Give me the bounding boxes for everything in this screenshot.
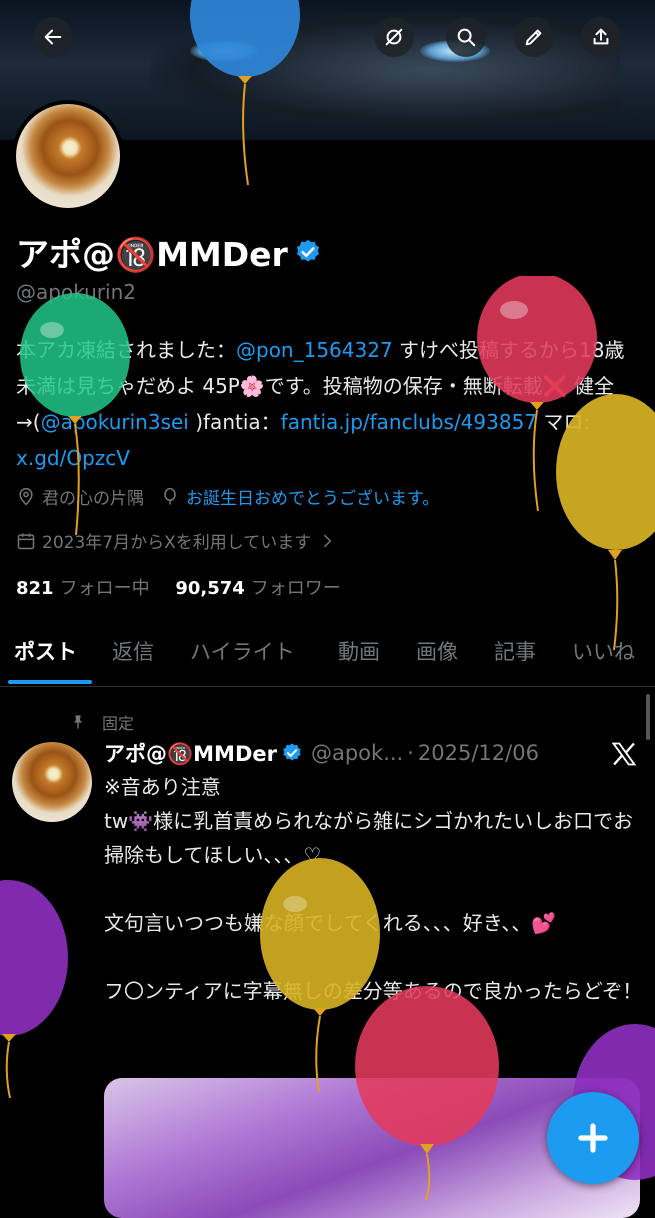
location-icon	[19, 487, 33, 506]
profile-meta-row: 君の心の片隅 お誕生日おめでとうございます。	[16, 484, 439, 509]
profile-location: 君の心の片隅	[42, 489, 144, 509]
pinned-label: 固定	[102, 714, 135, 733]
following-label: フォロー中	[59, 578, 150, 599]
tab-videos[interactable]: 動画	[338, 636, 380, 666]
edit-button[interactable]	[514, 17, 554, 57]
profile-joined: 2023年7月からXを利用しています	[42, 533, 312, 553]
tab-images[interactable]: 画像	[416, 636, 458, 666]
post-avatar[interactable]	[12, 742, 92, 822]
search-icon	[457, 28, 476, 47]
arrow-left-icon	[44, 29, 62, 45]
post-author-name[interactable]: アポ@🔞MMDer	[104, 738, 277, 768]
profile-avatar[interactable]	[12, 100, 124, 212]
post-text: ※音あり注意 tw👾様に乳首責められながら雑にシゴかれたいしお口でお掃除もしてほ…	[104, 775, 643, 1003]
bio-url-link[interactable]: x.gd/OpzcV	[16, 446, 130, 470]
post-separator: ·	[407, 741, 414, 765]
followers-label: フォロワー	[250, 578, 341, 599]
pin-icon	[74, 715, 82, 729]
profile-name-row: アポ@🔞MMDer	[16, 228, 322, 276]
share-icon	[593, 28, 609, 45]
x-logo-icon	[611, 742, 637, 766]
search-button[interactable]	[446, 17, 486, 57]
bio-mention-link[interactable]: @pon_1564327	[236, 338, 393, 362]
tab-articles[interactable]: 記事	[494, 636, 536, 666]
rotate-off-icon	[385, 28, 403, 46]
follow-stats: 821 フォロー中 90,574 フォロワー	[16, 574, 341, 600]
avatar-image	[16, 104, 120, 208]
tab-replies[interactable]: 返信	[112, 636, 154, 666]
share-button[interactable]	[581, 17, 621, 57]
following-count: 821	[16, 578, 54, 599]
bio-text: 本アカ凍結されました：	[16, 338, 236, 362]
active-tab-indicator	[8, 680, 92, 684]
profile-joined-row[interactable]: 2023年7月からXを利用しています	[16, 528, 343, 553]
bio-text: )fantia：	[188, 410, 281, 434]
following-link[interactable]: 821 フォロー中	[16, 578, 150, 599]
post-date[interactable]: 2025/12/06	[418, 741, 539, 765]
back-button[interactable]	[33, 17, 73, 57]
balloon-purple-decoration	[0, 880, 68, 1099]
bio-text: マロ:	[537, 410, 591, 434]
scrollbar[interactable]	[646, 694, 650, 740]
rotate-button[interactable]	[374, 17, 414, 57]
profile-tabs: ポスト 返信 ハイライト 動画 画像 記事 いいね	[0, 628, 655, 687]
pencil-icon	[525, 29, 542, 46]
tab-likes[interactable]: いいね	[572, 636, 635, 666]
profile-handle: @apokurin2	[16, 280, 137, 304]
post-author-handle: @apok...	[310, 741, 404, 765]
tab-highlights[interactable]: ハイライト	[190, 636, 295, 666]
followers-link[interactable]: 90,574 フォロワー	[175, 578, 340, 599]
chevron-right-icon	[324, 534, 332, 547]
bio-url-link[interactable]: fantia.jp/fanclubs/493857	[281, 410, 537, 434]
compose-button[interactable]	[547, 1092, 639, 1184]
verified-badge-icon[interactable]	[294, 238, 322, 266]
bio-mention-link[interactable]: @apokurin3sei	[41, 410, 189, 434]
verified-badge-icon	[283, 743, 301, 761]
plus-icon	[578, 1123, 608, 1153]
followers-count: 90,574	[175, 578, 245, 599]
profile-bio: 本アカ凍結されました：@pon_1564327 すけべ投稿するから18歳未満は見…	[16, 332, 641, 476]
calendar-icon	[17, 533, 35, 549]
balloon-icon	[164, 487, 176, 504]
tab-posts[interactable]: ポスト	[14, 636, 77, 666]
banner-headlight	[190, 40, 260, 62]
profile-name: アポ@🔞MMDer	[16, 235, 288, 274]
profile-birthday[interactable]: お誕生日おめでとうございます。	[186, 484, 439, 509]
post-header: アポ@🔞MMDer @apok... · 2025/12/06	[104, 738, 539, 768]
pinned-label-row: 固定	[70, 710, 134, 734]
